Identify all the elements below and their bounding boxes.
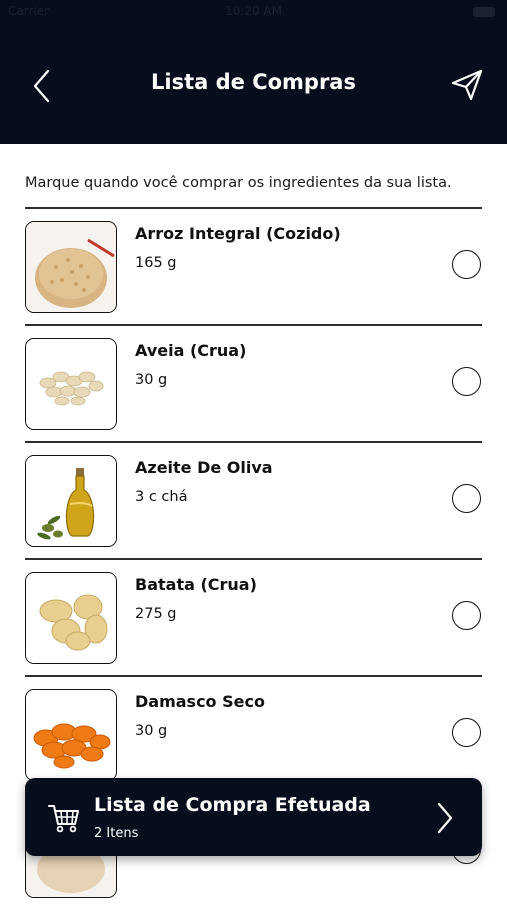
list-item[interactable]: Arroz Integral (Cozido) 165 g xyxy=(0,209,507,326)
item-thumbnail xyxy=(25,338,117,430)
app-header: Carrier 10:20 AM Lista de Compras xyxy=(0,0,507,144)
item-name: Aveia (Crua) xyxy=(135,341,247,360)
chevron-right-icon xyxy=(437,802,453,834)
item-quantity: 165 g xyxy=(135,255,177,271)
item-quantity: 3 c chá xyxy=(135,489,188,505)
purchase-done-banner[interactable]: Lista de Compra Efetuada 2 Itens xyxy=(25,778,482,856)
item-quantity: 30 g xyxy=(135,723,168,739)
status-time: 10:20 AM xyxy=(225,4,282,18)
item-checkbox[interactable] xyxy=(452,601,481,630)
rice-image xyxy=(26,222,116,312)
item-name: Azeite De Oliva xyxy=(135,458,273,477)
item-thumbnail xyxy=(25,221,117,313)
item-checkbox[interactable] xyxy=(452,718,481,747)
item-checkbox[interactable] xyxy=(452,250,481,279)
item-name: Damasco Seco xyxy=(135,692,265,711)
item-name: Arroz Integral (Cozido) xyxy=(135,224,341,243)
share-button[interactable] xyxy=(448,66,486,104)
item-quantity: 30 g xyxy=(135,372,168,388)
item-name: Batata (Crua) xyxy=(135,575,257,594)
banner-item-count: 2 Itens xyxy=(94,826,139,841)
list-item[interactable]: Damasco Seco 30 g xyxy=(0,677,507,794)
item-quantity: 275 g xyxy=(135,606,177,622)
list-item[interactable]: Batata (Crua) 275 g xyxy=(0,560,507,677)
oats-image xyxy=(26,339,116,429)
list-item[interactable]: Aveia (Crua) 30 g xyxy=(0,326,507,443)
banner-title: Lista de Compra Efetuada xyxy=(94,794,371,816)
page-title: Lista de Compras xyxy=(151,70,356,94)
potato-image xyxy=(26,573,116,663)
battery-icon xyxy=(473,7,495,17)
item-thumbnail xyxy=(25,572,117,664)
carrier-label: Carrier xyxy=(8,4,50,18)
send-icon xyxy=(451,69,483,101)
list-item[interactable]: Azeite De Oliva 3 c chá xyxy=(0,443,507,560)
olive-oil-image xyxy=(26,456,116,546)
item-thumbnail xyxy=(25,455,117,547)
apricot-image xyxy=(26,690,116,780)
instruction-text: Marque quando você comprar os ingredient… xyxy=(25,175,452,191)
item-checkbox[interactable] xyxy=(452,484,481,513)
item-checkbox[interactable] xyxy=(452,367,481,396)
item-thumbnail xyxy=(25,689,117,781)
shopping-cart-icon xyxy=(48,805,79,833)
status-bar: Carrier 10:20 AM xyxy=(0,4,507,22)
